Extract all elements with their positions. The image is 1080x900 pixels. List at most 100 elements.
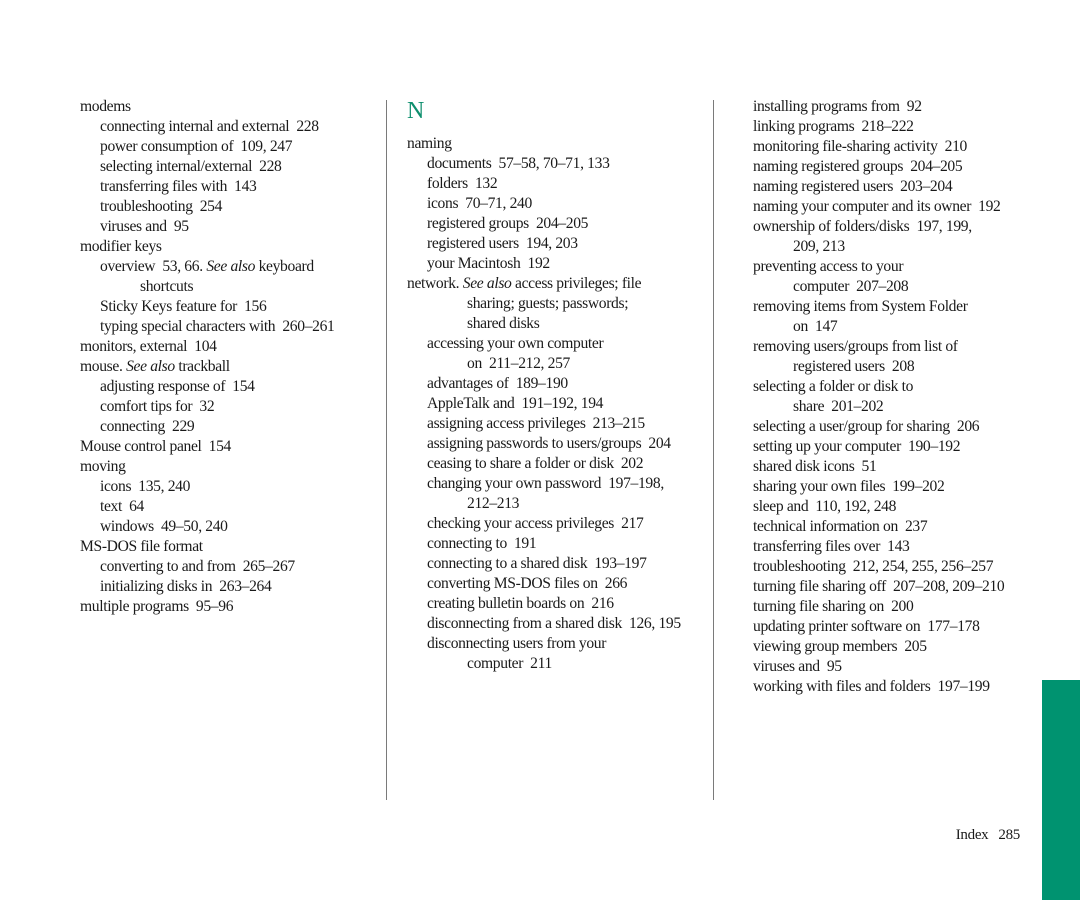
entry-text: sleep and 110, 192, 248	[753, 498, 897, 515]
entry-text: viruses and 95	[100, 218, 189, 235]
entry-text: icons 135, 240	[100, 478, 191, 495]
entry-text: sharing; guests; passwords;	[467, 295, 629, 312]
column-divider	[713, 100, 714, 800]
entry-text: power consumption of 109, 247	[100, 138, 293, 155]
index-entry: sleep and 110, 192, 248	[753, 497, 1043, 517]
entry-text: turning file sharing off 207–208, 209–21…	[753, 578, 1005, 595]
entry-text: multiple programs 95–96	[80, 598, 234, 615]
entry-text: creating bulletin boards on 216	[427, 595, 614, 612]
index-subentry: checking your access privileges 217	[407, 514, 707, 534]
entry-text: disconnecting users from your	[427, 635, 607, 652]
section-letter-heading: N	[407, 98, 424, 124]
page-number: 285	[998, 827, 1020, 843]
column-divider	[386, 100, 387, 800]
index-entry: troubleshooting 212, 254, 255, 256–257	[753, 557, 1043, 577]
section-thumb-tab	[1042, 680, 1080, 900]
entry-text: installing programs from 92	[753, 98, 922, 115]
index-entry: selecting a user/group for sharing 206	[753, 417, 1043, 437]
entry-text: converting to and from 265–267	[100, 558, 295, 575]
index-entry: viewing group members 205	[753, 637, 1043, 657]
entry-text: naming	[407, 135, 452, 152]
index-entry: naming	[407, 134, 707, 154]
index-entry: removing users/groups from list of	[753, 337, 1043, 357]
entry-text: on 147	[793, 318, 838, 335]
index-entry: network. See also access privileges; fil…	[407, 274, 707, 294]
index-entry-continuation: shortcuts	[80, 277, 380, 297]
entry-text: converting MS-DOS files on 266	[427, 575, 628, 592]
entry-text: setting up your computer 190–192	[753, 438, 961, 455]
index-subentry: your Macintosh 192	[407, 254, 707, 274]
index-entry-continuation: on 211–212, 257	[407, 354, 707, 374]
entry-text: shared disk icons 51	[753, 458, 877, 475]
index-entries: naming documents 57–58, 70–71, 133 folders…	[407, 134, 707, 674]
entry-text: ownership of folders/disks 197, 199,	[753, 218, 972, 235]
entry-text: Mouse control panel 154	[80, 438, 231, 455]
entry-text: documents 57–58, 70–71, 133	[427, 155, 610, 172]
see-also-reference: See also	[206, 258, 256, 275]
index-subentry: advantages of 189–190	[407, 374, 707, 394]
index-subentry: typing special characters with 260–261	[80, 317, 380, 337]
entry-text: moving	[80, 458, 126, 475]
entry-text: shared disks	[467, 315, 540, 332]
cross-reference-target: trackball	[174, 358, 230, 375]
entry-text: monitoring file-sharing activity 210	[753, 138, 967, 155]
entry-text: removing items from System Folder	[753, 298, 968, 315]
entry-text: working with files and folders 197–199	[753, 678, 990, 695]
entry-text: your Macintosh 192	[427, 255, 550, 272]
entry-text: troubleshooting 254	[100, 198, 223, 215]
index-subentry: troubleshooting 254	[80, 197, 380, 217]
entry-text: transferring files over 143	[753, 538, 910, 555]
index-entry: preventing access to your	[753, 257, 1043, 277]
entry-text: naming registered users 203–204	[753, 178, 953, 195]
entry-text: registered users 194, 203	[427, 235, 578, 252]
index-subentry: registered groups 204–205	[407, 214, 707, 234]
entry-text: registered groups 204–205	[427, 215, 589, 232]
entry-text: preventing access to your	[753, 258, 904, 275]
entry-text: selecting a folder or disk to	[753, 378, 914, 395]
index-subentry: registered users 194, 203	[407, 234, 707, 254]
index-entry: installing programs from 92	[753, 97, 1043, 117]
entry-text: viewing group members 205	[753, 638, 927, 655]
index-entry: MS-DOS file format	[80, 537, 380, 557]
entry-text: accessing your own computer	[427, 335, 604, 352]
entry-text: typing special characters with 260–261	[100, 318, 335, 335]
entry-text: MS-DOS file format	[80, 538, 203, 555]
index-subentry: assigning passwords to users/groups 204	[407, 434, 707, 454]
index-entry: selecting a folder or disk to	[753, 377, 1043, 397]
entry-text: 209, 213	[793, 238, 845, 255]
index-entry-continuation: computer 211	[407, 654, 707, 674]
entry-text: troubleshooting 212, 254, 255, 256–257	[753, 558, 994, 575]
entry-text: modifier keys	[80, 238, 162, 255]
entry-text: technical information on 237	[753, 518, 928, 535]
index-entry: technical information on 237	[753, 517, 1043, 537]
entry-text: network.	[407, 275, 463, 292]
cross-reference-target: access privileges; file	[511, 275, 642, 292]
index-entry: naming registered users 203–204	[753, 177, 1043, 197]
entry-text: transferring files with 143	[100, 178, 257, 195]
entry-text: connecting to 191	[427, 535, 537, 552]
entry-text: mouse.	[80, 358, 127, 375]
entry-text: 212–213	[467, 495, 520, 512]
entry-text: text 64	[100, 498, 144, 515]
index-entry: sharing your own files 199–202	[753, 477, 1043, 497]
index-entry: ownership of folders/disks 197, 199,	[753, 217, 1043, 237]
index-entry: modems	[80, 97, 380, 117]
index-subentry: initializing disks in 263–264	[80, 577, 380, 597]
index-entry-continuation: 212–213	[407, 494, 707, 514]
index-subentry: disconnecting from a shared disk 126, 19…	[407, 614, 707, 634]
entry-text: updating printer software on 177–178	[753, 618, 980, 635]
index-subentry: folders 132	[407, 174, 707, 194]
index-entry: multiple programs 95–96	[80, 597, 380, 617]
entry-text: windows 49–50, 240	[100, 518, 228, 535]
entry-text: naming your computer and its owner 192	[753, 198, 1001, 215]
see-also-reference: See also	[126, 358, 175, 375]
index-entry-continuation: computer 207–208	[753, 277, 1043, 297]
entry-text: selecting a user/group for sharing 206	[753, 418, 980, 435]
entry-text: folders 132	[427, 175, 498, 192]
index-entry: setting up your computer 190–192	[753, 437, 1043, 457]
entry-text: AppleTalk and 191–192, 194	[427, 395, 604, 412]
entry-text: initializing disks in 263–264	[100, 578, 272, 595]
index-entry: transferring files over 143	[753, 537, 1043, 557]
index-subentry: connecting to 191	[407, 534, 707, 554]
index-entry: turning file sharing on 200	[753, 597, 1043, 617]
